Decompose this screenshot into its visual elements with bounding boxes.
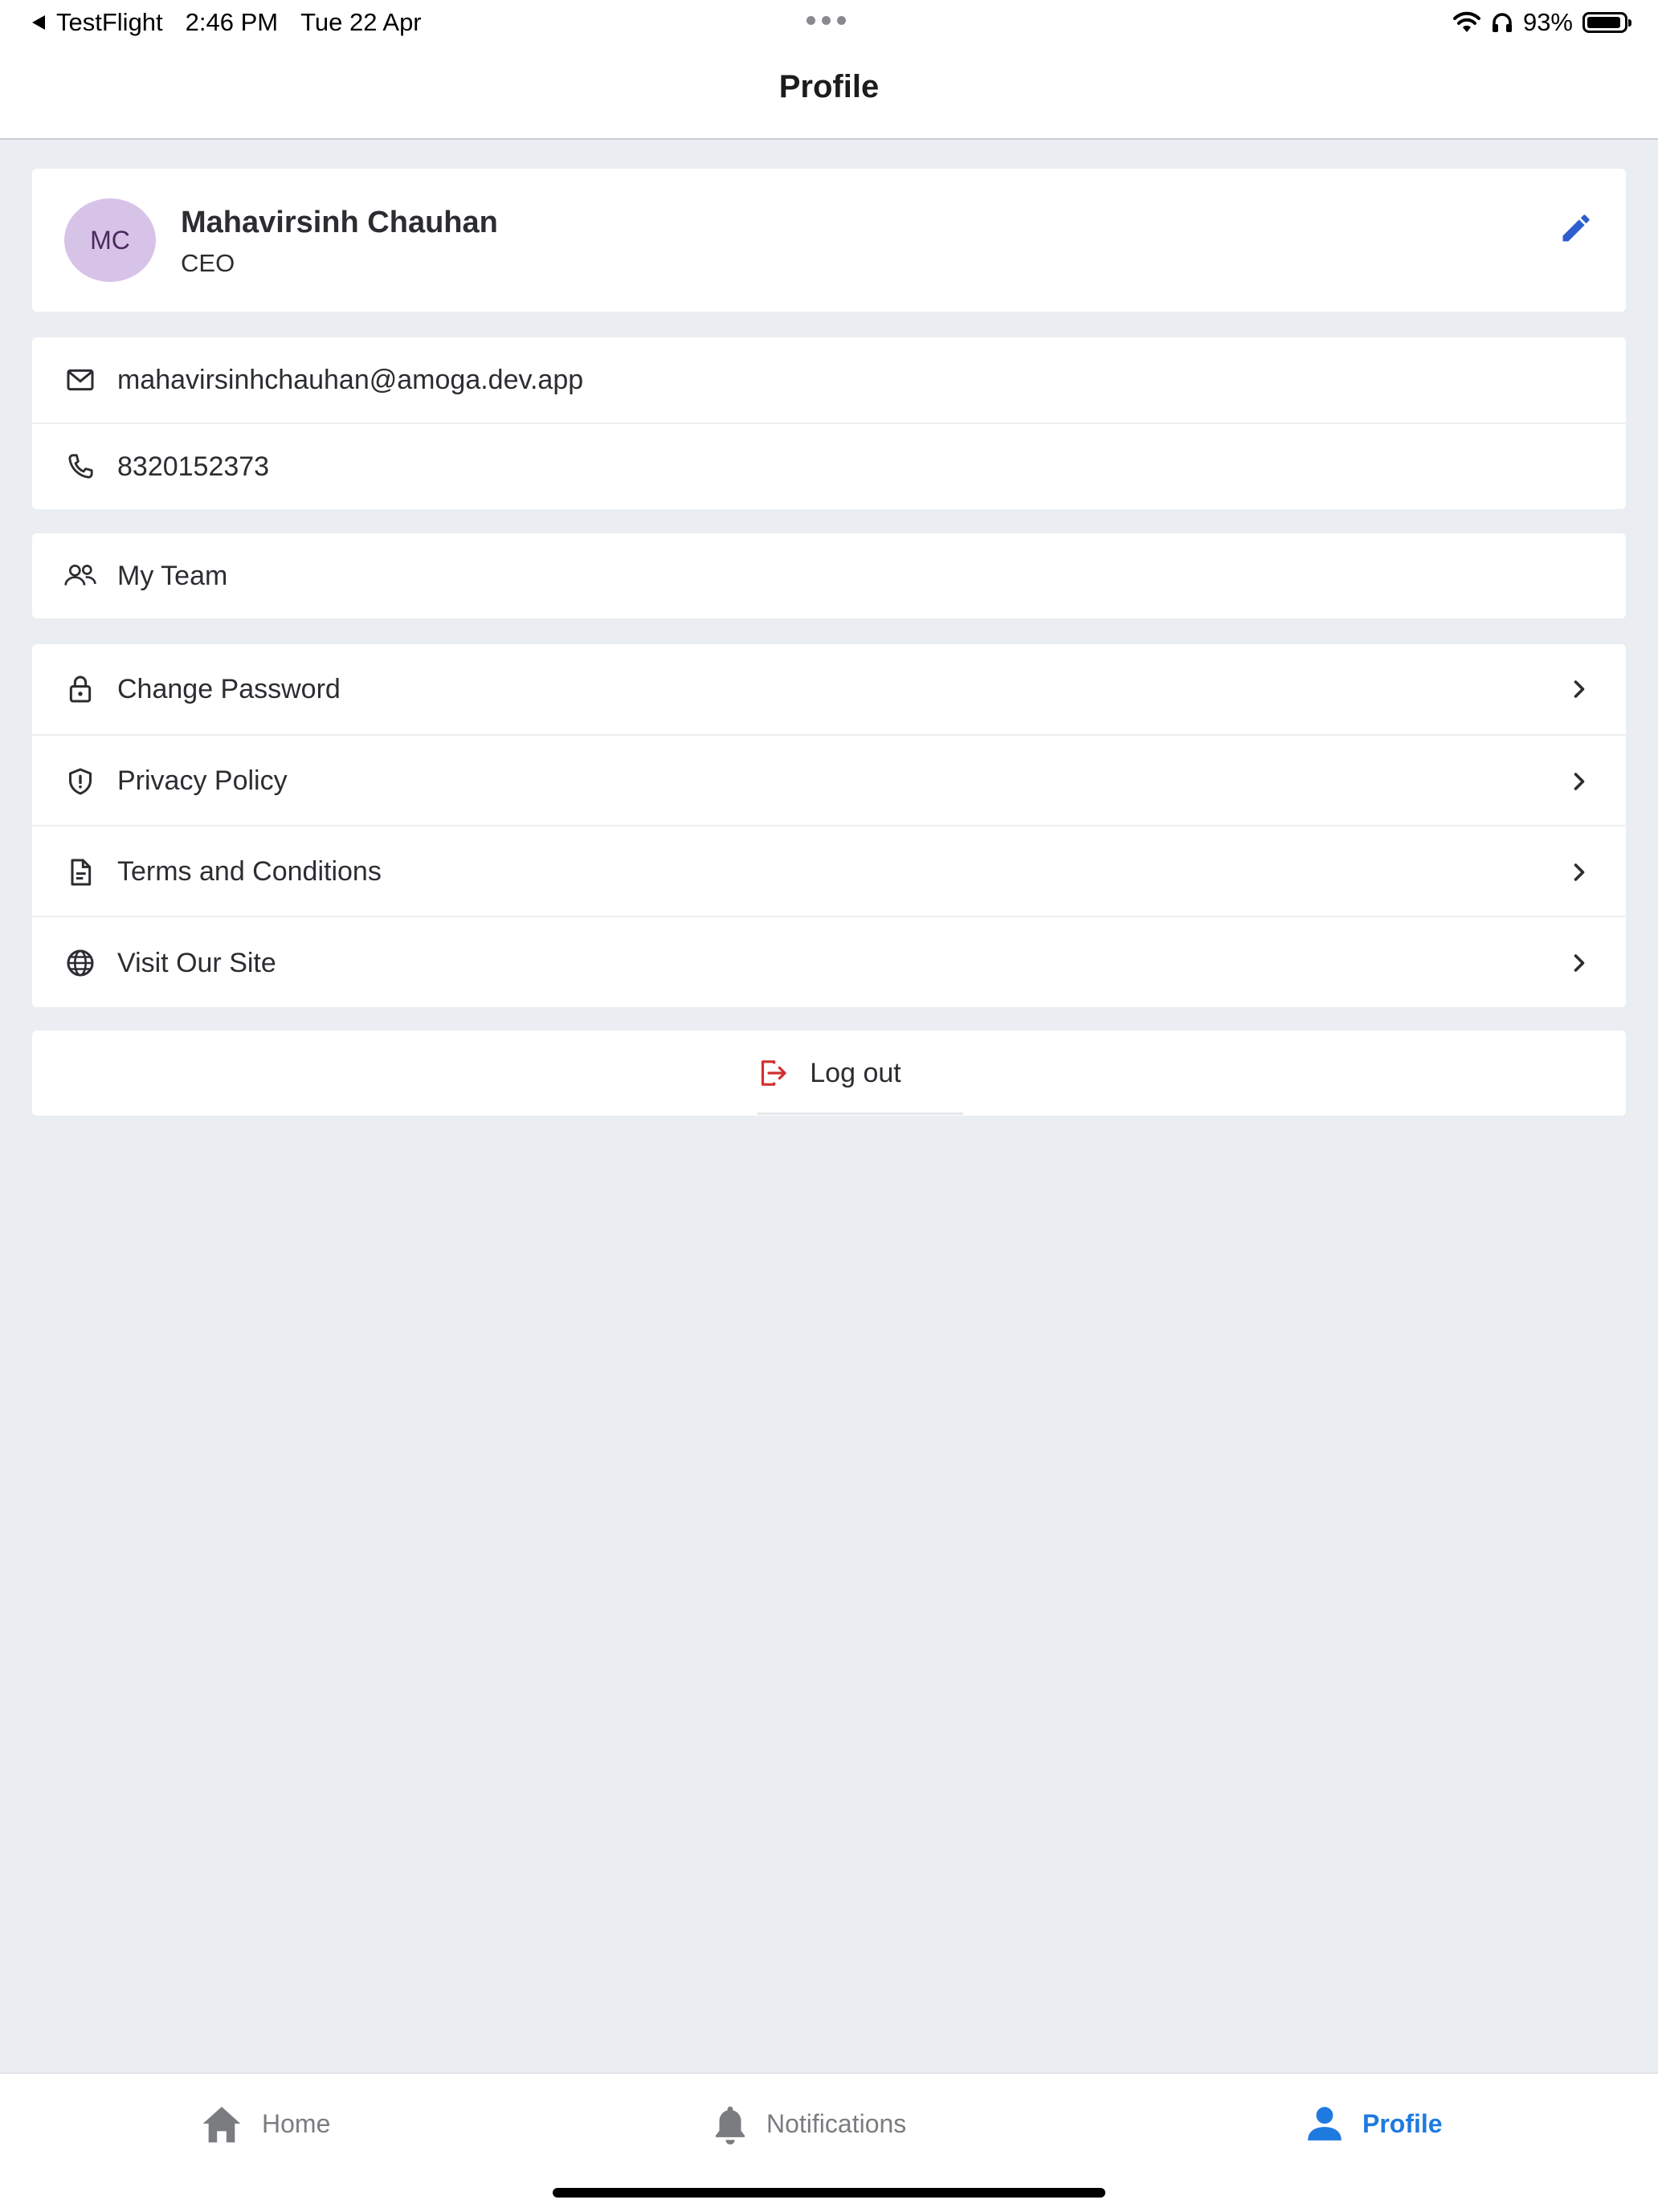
change-password-row[interactable]: Change Password [32,644,1626,734]
logout-button[interactable]: Log out [32,1030,1626,1116]
back-app-label: TestFlight [56,8,163,36]
bottom-tab-bar: Home Notifications Profile [0,2072,1658,2212]
lock-icon [63,671,98,707]
tab-home[interactable]: Home [199,2101,330,2146]
phone-value: 8320152373 [117,451,270,482]
contact-card: mahavirsinhchauhan@amoga.dev.app 8320152… [32,337,1626,509]
profile-name: Mahavirsinh Chauhan [181,206,498,239]
logout-underline [758,1112,963,1115]
chevron-right-icon [1574,680,1585,698]
team-card: My Team [32,533,1626,618]
edit-pencil-icon[interactable] [1558,210,1594,246]
headphones-icon [1492,13,1512,32]
settings-card: Change Password Privacy Policy Terms and… [32,644,1626,1007]
terms-row[interactable]: Terms and Conditions [32,825,1626,917]
visit-site-label: Visit Our Site [117,947,276,978]
page-title: Profile [778,69,880,104]
shield-icon [63,764,98,799]
status-time: 2:46 PM [185,8,279,36]
logout-label: Log out [810,1057,901,1088]
privacy-policy-row[interactable]: Privacy Policy [32,734,1626,826]
document-icon [63,855,98,890]
chevron-right-icon [1574,863,1585,881]
profile-role: CEO [181,249,235,277]
change-password-label: Change Password [117,673,341,704]
avatar: MC [64,198,156,282]
status-indicators: 93% [1452,6,1631,39]
bell-icon [716,2106,745,2145]
home-icon [202,2107,241,2143]
visit-site-row[interactable]: Visit Our Site [32,916,1626,1009]
profile-card: MC Mahavirsinh Chauhan CEO [32,169,1626,312]
email-value: mahavirsinhchauhan@amoga.dev.app [117,364,584,395]
chevron-right-icon [1574,954,1585,972]
status-bar: TestFlight 2:46 PM Tue 22 Apr 93% [0,0,1658,45]
battery-icon [1582,12,1631,33]
my-team-label: My Team [117,560,228,591]
battery-percent: 93% [1522,8,1573,36]
back-arrow-icon [32,15,45,30]
my-team-row[interactable]: My Team [32,533,1626,618]
logout-icon [762,1060,786,1086]
team-icon [63,558,98,594]
tab-notifications[interactable]: Notifications [712,2101,906,2146]
phone-row[interactable]: 8320152373 [32,422,1626,509]
chevron-right-icon [1574,772,1585,790]
home-indicator [553,2188,1105,2198]
tab-profile-label: Profile [1362,2108,1443,2138]
tab-notifications-label: Notifications [766,2108,907,2138]
multitasking-dots-icon[interactable] [807,16,846,25]
tab-home-label: Home [262,2108,331,2138]
privacy-policy-label: Privacy Policy [117,765,288,796]
mail-icon [63,362,98,398]
person-icon [1308,2107,1342,2141]
navigation-header: Profile [0,45,1658,140]
terms-label: Terms and Conditions [117,856,382,887]
globe-icon [63,945,98,981]
phone-icon [63,449,98,484]
back-to-app-link[interactable]: TestFlight 2:46 PM Tue 22 Apr [32,6,422,39]
tab-profile[interactable]: Profile [1305,2101,1443,2146]
status-date: Tue 22 Apr [300,8,422,36]
wifi-icon [1452,11,1480,32]
email-row[interactable]: mahavirsinhchauhan@amoga.dev.app [32,337,1626,422]
